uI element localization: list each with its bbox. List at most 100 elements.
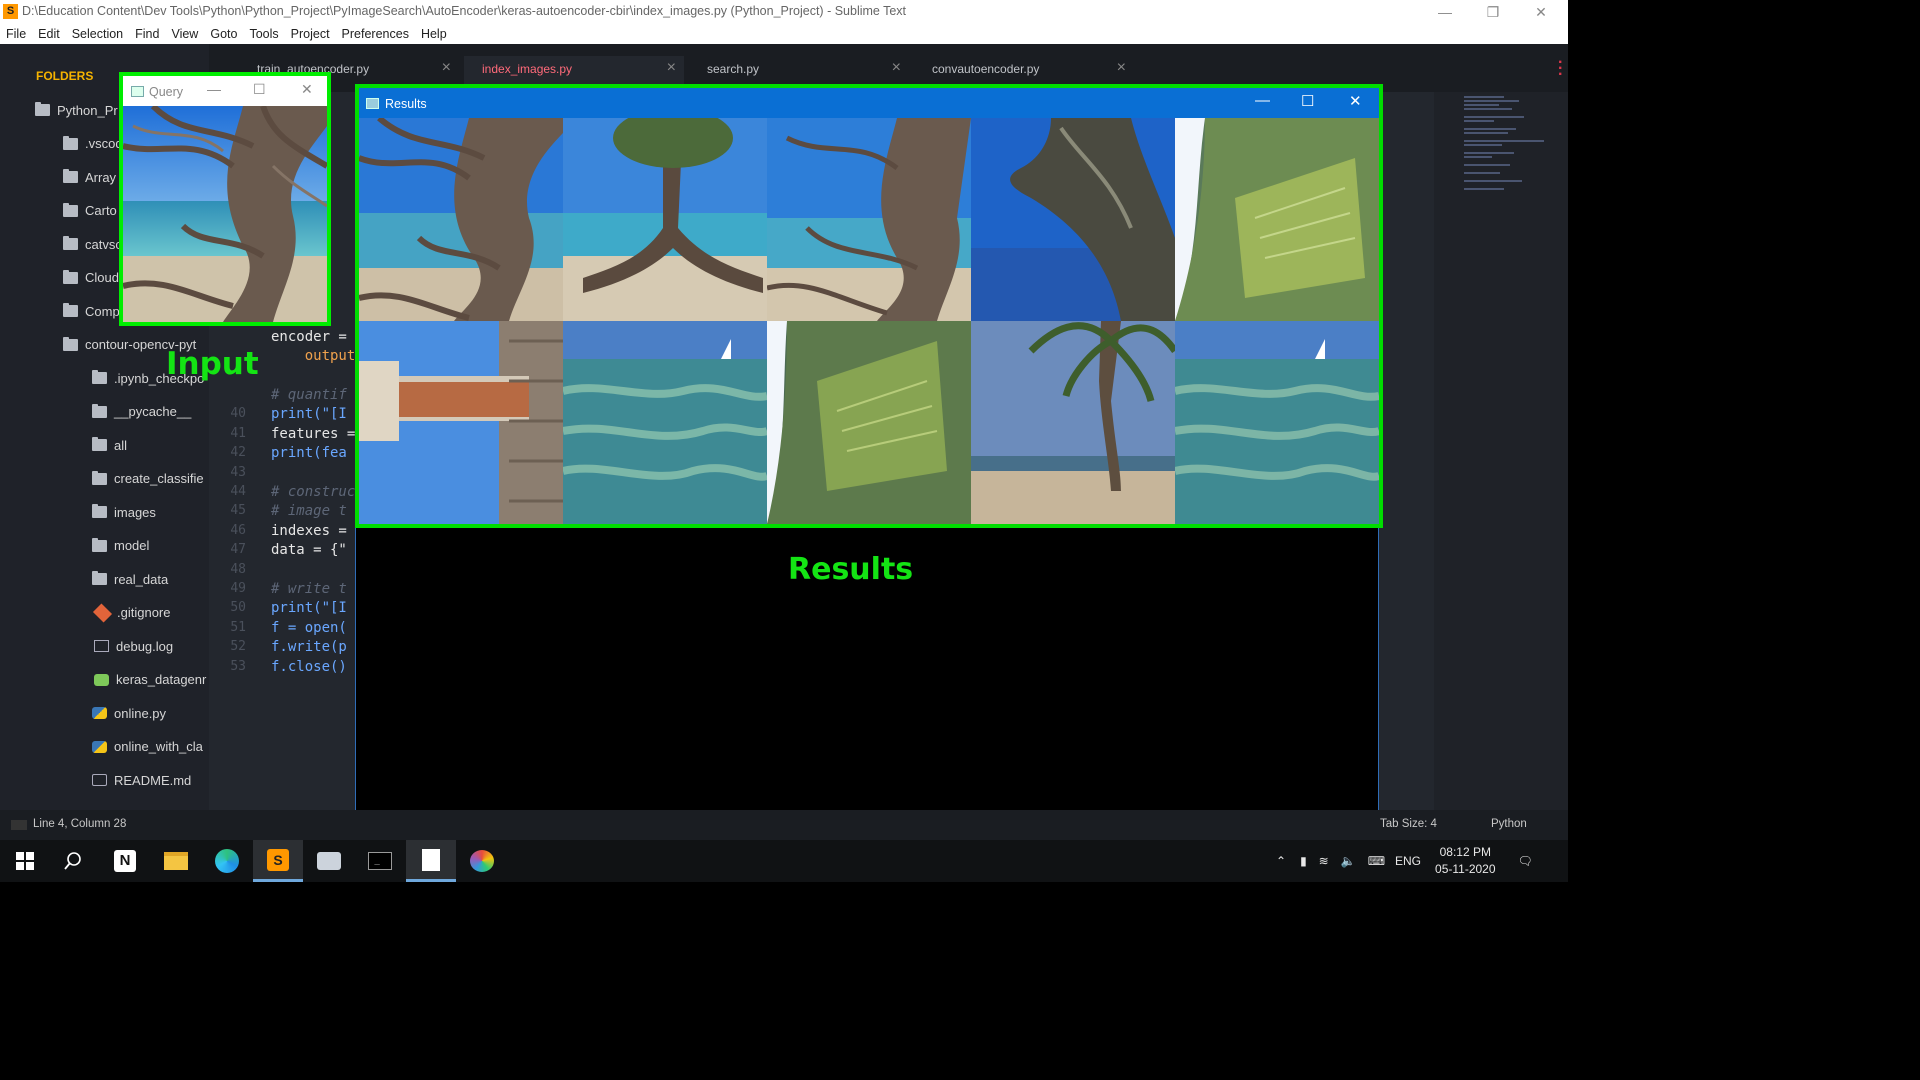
clock-date: 05-11-2020	[1435, 862, 1496, 876]
sidebar-item[interactable]: online.py	[92, 702, 166, 724]
sidebar-item[interactable]: online_with_cla	[92, 736, 203, 758]
sidebar-item[interactable]: create_classifie	[92, 468, 204, 490]
sidebar-item[interactable]: .vscod	[63, 133, 123, 155]
menu-selection[interactable]: Selection	[66, 24, 129, 41]
tab-size[interactable]: Tab Size: 4	[1380, 818, 1437, 830]
panel-toggle-icon[interactable]	[11, 820, 27, 830]
document-icon[interactable]	[406, 840, 456, 882]
keyboard-icon[interactable]: ⌨	[1368, 854, 1385, 868]
sidebar-item[interactable]: Python_Pr	[35, 99, 118, 121]
folder-icon	[63, 336, 78, 351]
screen: S D:\Education Content\Dev Tools\Python\…	[0, 0, 1568, 882]
more-icon[interactable]: · · ·	[1558, 55, 1563, 83]
menu-preferences[interactable]: Preferences	[336, 24, 415, 41]
close-button[interactable]: ✕	[1349, 92, 1362, 110]
wifi-icon[interactable]: ≋	[1319, 854, 1329, 868]
paint-icon[interactable]	[457, 840, 507, 882]
syntax-mode[interactable]: Python	[1491, 818, 1527, 830]
maximize-button[interactable]: ☐	[253, 81, 266, 98]
sidebar-item[interactable]: README.md	[92, 769, 191, 791]
line-number: 52	[230, 639, 246, 655]
maximize-button[interactable]: ☐	[1301, 92, 1314, 110]
result-image-1	[359, 118, 563, 321]
line-number: 45	[230, 503, 246, 519]
tab-label: index_images.py	[482, 62, 573, 76]
line-number: 44	[230, 484, 246, 499]
menu-edit[interactable]: Edit	[32, 24, 66, 41]
app-icon[interactable]	[304, 840, 354, 882]
menu-help[interactable]: Help	[415, 24, 453, 41]
folders-header: FOLDERS	[36, 69, 94, 83]
minimize-button[interactable]: —	[207, 81, 221, 97]
minimap[interactable]	[1434, 92, 1568, 810]
query-window[interactable]: Query — ☐ ✕	[119, 72, 331, 326]
sidebar-item[interactable]: catvsc	[63, 233, 122, 255]
sidebar-item[interactable]: model	[92, 535, 149, 557]
minimize-button[interactable]: —	[1422, 0, 1468, 24]
search-icon[interactable]	[48, 840, 98, 882]
query-titlebar[interactable]: Query — ☐ ✕	[123, 76, 327, 106]
sidebar-item-label: Cloud	[85, 270, 119, 285]
edge-icon[interactable]	[202, 840, 252, 882]
minimize-button[interactable]: —	[1255, 92, 1270, 109]
window-title: D:\Education Content\Dev Tools\Python\Py…	[22, 4, 907, 18]
line-number: 53	[230, 658, 246, 674]
result-image-2	[563, 118, 767, 321]
result-image-7	[563, 321, 767, 524]
folder-icon	[63, 269, 78, 284]
sidebar-item-label: keras_datagenr	[116, 672, 207, 687]
menu-view[interactable]: View	[165, 24, 204, 41]
sidebar-item[interactable]: .gitignore	[92, 602, 170, 624]
notion-icon[interactable]: N	[100, 840, 150, 882]
sidebar-item[interactable]: Array	[63, 166, 116, 188]
code-text: # image t	[271, 503, 347, 520]
notification-icon[interactable]: 🗨	[1518, 854, 1533, 868]
result-image-10	[1175, 321, 1379, 524]
result-image-4	[971, 118, 1175, 321]
database-icon	[94, 673, 109, 686]
menu-project[interactable]: Project	[285, 24, 336, 41]
close-button[interactable]: ✕	[301, 81, 313, 98]
language-indicator[interactable]: ENG	[1395, 854, 1421, 868]
result-image-6	[359, 321, 563, 524]
results-titlebar[interactable]: Results — ☐ ✕	[359, 88, 1379, 118]
result-image-5	[1175, 118, 1379, 321]
close-tab-icon[interactable]: ×	[892, 59, 901, 77]
folder-icon	[63, 135, 78, 150]
volume-icon[interactable]: 🔈	[1341, 854, 1356, 868]
terminal-icon[interactable]: _	[355, 840, 405, 882]
sidebar-item[interactable]: Carto	[63, 200, 117, 222]
sidebar-item-label: create_classifie	[114, 471, 204, 486]
sidebar-item[interactable]: Cloud	[63, 267, 119, 289]
sidebar-item[interactable]: __pycache__	[92, 401, 191, 423]
windows-start-icon[interactable]	[0, 840, 50, 882]
menu-find[interactable]: Find	[129, 24, 165, 41]
menu-file[interactable]: File	[0, 24, 32, 41]
sidebar-item[interactable]: real_data	[92, 568, 168, 590]
folder-icon	[92, 537, 107, 552]
menu-goto[interactable]: Goto	[204, 24, 243, 41]
close-tab-icon[interactable]: ×	[1117, 59, 1126, 77]
line-number: 49	[230, 581, 246, 596]
file-explorer-icon[interactable]	[151, 840, 201, 882]
clock[interactable]: 08:12 PM 05-11-2020	[1435, 844, 1496, 878]
battery-icon[interactable]: ▮	[1300, 854, 1307, 868]
sidebar-item[interactable]: all	[92, 434, 127, 456]
code-text: f = open(	[271, 619, 347, 636]
cursor-position[interactable]: Line 4, Column 28	[33, 818, 126, 830]
close-tab-icon[interactable]: ×	[667, 59, 676, 77]
sidebar-item-label: .vscod	[85, 136, 123, 151]
chevron-up-icon[interactable]: ⌃	[1276, 854, 1286, 868]
code-text: f.write(p	[271, 639, 347, 656]
close-button[interactable]: ✕	[1518, 0, 1564, 24]
menu-tools[interactable]: Tools	[243, 24, 284, 41]
results-window[interactable]: Results — ☐ ✕	[355, 84, 1383, 528]
system-tray: ⌃ ▮ ≋ 🔈 ⌨ ENG 08:12 PM 05-11-2020 🗨	[1276, 840, 1533, 882]
close-tab-icon[interactable]: ×	[442, 59, 451, 77]
folder-icon	[63, 303, 78, 317]
sublime-icon[interactable]: S	[253, 840, 303, 882]
restore-button[interactable]: ❐	[1470, 0, 1516, 24]
sidebar-item[interactable]: debug.log	[92, 635, 173, 657]
sidebar-item[interactable]: keras_datagenr	[92, 669, 206, 691]
sidebar-item[interactable]: images	[92, 501, 156, 523]
